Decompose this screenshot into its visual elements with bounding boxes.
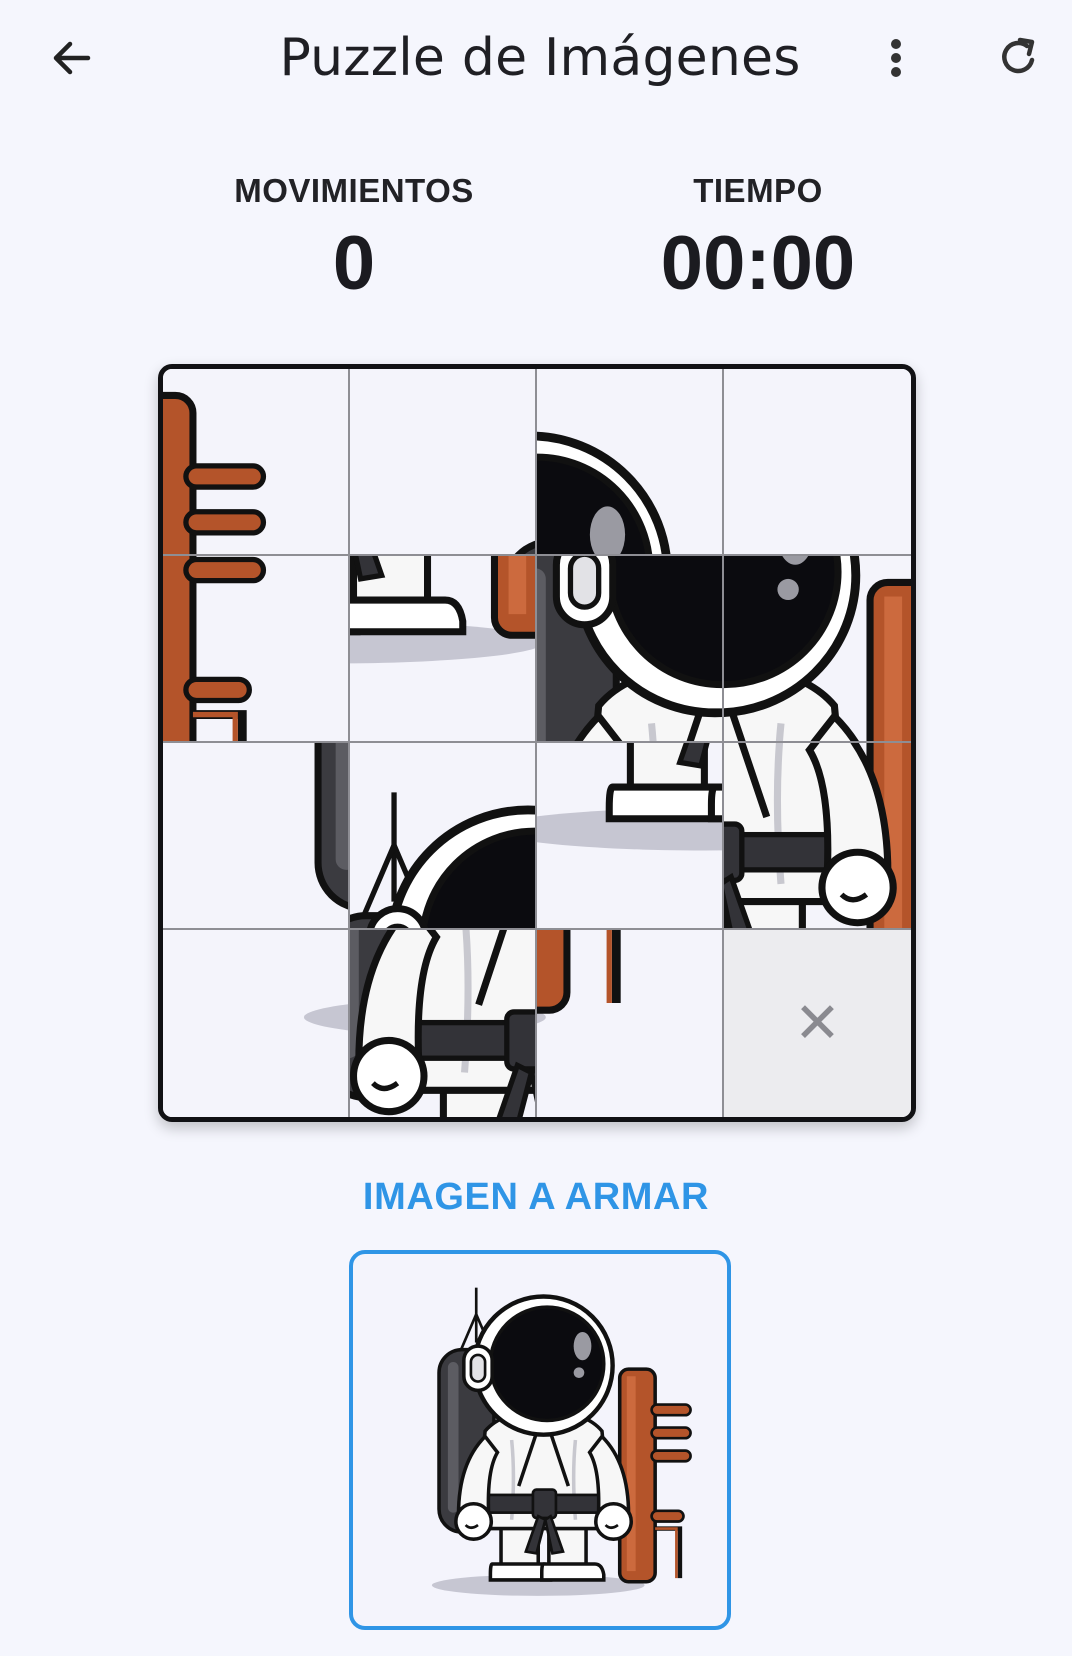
tile-image-fragment — [350, 556, 535, 741]
tile-image-fragment — [163, 930, 348, 1117]
astronaut-karate-illustration — [353, 1254, 727, 1626]
puzzle-tile-16[interactable] — [537, 930, 724, 1117]
empty-tile[interactable]: ✕ — [724, 930, 911, 1117]
puzzle-tile-12[interactable] — [163, 556, 350, 743]
close-icon: ✕ — [794, 990, 841, 1056]
refresh-button[interactable] — [982, 22, 1054, 94]
time-value: 00:00 — [660, 221, 856, 306]
puzzle-tile-4[interactable] — [724, 369, 911, 556]
tile-image-fragment — [724, 369, 911, 554]
tile-image-fragment — [163, 556, 348, 741]
moves-label: MOVIMIENTOS — [234, 172, 474, 209]
puzzle-tile-3[interactable] — [537, 369, 724, 556]
time-counter: TIEMPO 00:00 — [598, 170, 918, 310]
puzzle-tile-6[interactable] — [537, 556, 724, 743]
tile-image-fragment — [350, 743, 535, 928]
more-vert-icon — [891, 39, 901, 77]
puzzle-tile-8[interactable] — [163, 369, 350, 556]
puzzle-tile-11[interactable] — [724, 743, 911, 930]
puzzle-grid: ✕ — [163, 369, 911, 1117]
puzzle-tile-9[interactable] — [163, 743, 350, 930]
page-title: Puzzle de Imágenes — [279, 28, 801, 88]
puzzle-tile-15[interactable] — [350, 556, 537, 743]
tile-image-fragment — [537, 556, 722, 741]
tile-image-fragment — [724, 743, 911, 928]
reference-image — [349, 1250, 731, 1630]
tile-image-fragment — [350, 369, 535, 554]
app-bar: Puzzle de Imágenes — [0, 0, 1072, 116]
tile-image-fragment — [163, 743, 348, 928]
tile-image-fragment — [724, 556, 911, 741]
tile-image-fragment — [350, 930, 535, 1117]
time-label: TIEMPO — [693, 172, 823, 209]
tile-image-fragment — [163, 369, 348, 554]
refresh-icon — [1002, 37, 1035, 74]
reference-image-label: IMAGEN A ARMAR — [362, 1176, 710, 1218]
arrow-left-icon — [53, 41, 91, 75]
back-button[interactable] — [36, 22, 108, 94]
puzzle-tile-7[interactable] — [724, 556, 911, 743]
moves-value: 0 — [332, 221, 376, 306]
puzzle-tile-13[interactable] — [163, 930, 350, 1117]
puzzle-tile-14[interactable] — [537, 743, 724, 930]
puzzle-tile-2[interactable] — [350, 743, 537, 930]
puzzle-tile-1[interactable] — [350, 369, 537, 556]
tile-image-fragment — [537, 369, 722, 554]
tile-image-fragment — [537, 930, 722, 1117]
more-options-button[interactable] — [860, 22, 932, 94]
puzzle-board: ✕ — [158, 364, 916, 1122]
tile-image-fragment — [537, 743, 722, 928]
moves-counter: MOVIMIENTOS 0 — [194, 170, 514, 310]
puzzle-tile-10[interactable] — [350, 930, 537, 1117]
